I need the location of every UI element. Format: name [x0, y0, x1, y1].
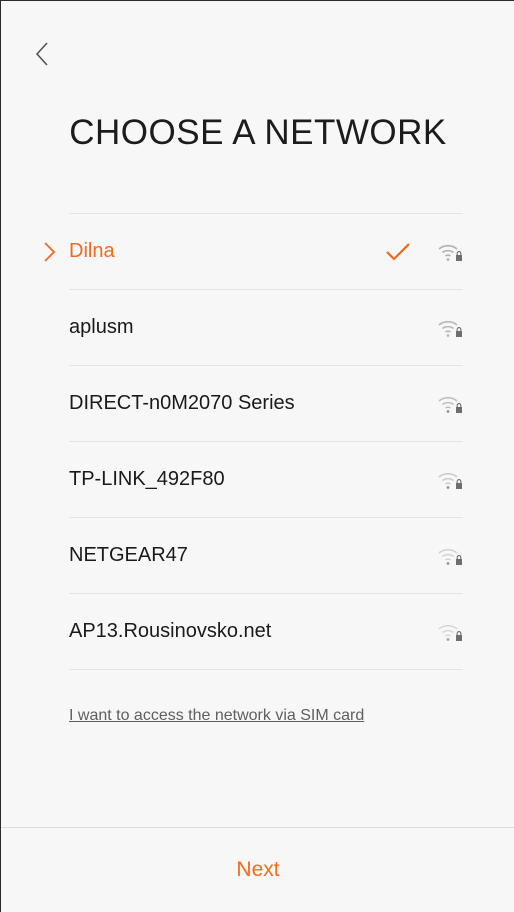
next-button[interactable]: Next — [1, 828, 514, 912]
network-name: Dilna — [69, 240, 115, 262]
wifi-locked-icon — [438, 396, 462, 413]
chevron-right-icon — [44, 242, 56, 262]
network-name: TP-LINK_492F80 — [69, 468, 225, 490]
network-item-aplusm[interactable]: aplusm — [69, 290, 463, 366]
page-title: CHOOSE A NETWORK — [69, 113, 447, 152]
wifi-locked-icon — [438, 548, 462, 565]
network-list: Dilna aplusm DIRECT-n0M2070 Series TP-LI… — [44, 213, 463, 670]
network-item-tp-link[interactable]: TP-LINK_492F80 — [69, 442, 463, 518]
wifi-locked-icon — [438, 244, 462, 261]
sim-card-network-link[interactable]: I want to access the network via SIM car… — [69, 707, 364, 725]
wifi-locked-icon — [438, 472, 462, 489]
network-name: NETGEAR47 — [69, 544, 188, 566]
network-item-direct[interactable]: DIRECT-n0M2070 Series — [69, 366, 463, 442]
network-name: aplusm — [69, 316, 134, 338]
bottom-bar: Next — [1, 827, 514, 912]
network-name: AP13.Rousinovsko.net — [69, 620, 272, 642]
network-item-ap13[interactable]: AP13.Rousinovsko.net — [69, 594, 463, 670]
check-icon — [386, 243, 410, 261]
network-item-dilna[interactable]: Dilna — [44, 214, 463, 290]
wifi-locked-icon — [438, 320, 462, 337]
back-button[interactable] — [25, 37, 59, 71]
network-item-netgear47[interactable]: NETGEAR47 — [69, 518, 463, 594]
network-name: DIRECT-n0M2070 Series — [69, 392, 295, 414]
chevron-left-icon — [35, 42, 48, 66]
setup-screen: CHOOSE A NETWORK Dilna aplusm DIRECT-n0M… — [0, 0, 514, 912]
wifi-locked-icon — [438, 624, 462, 641]
